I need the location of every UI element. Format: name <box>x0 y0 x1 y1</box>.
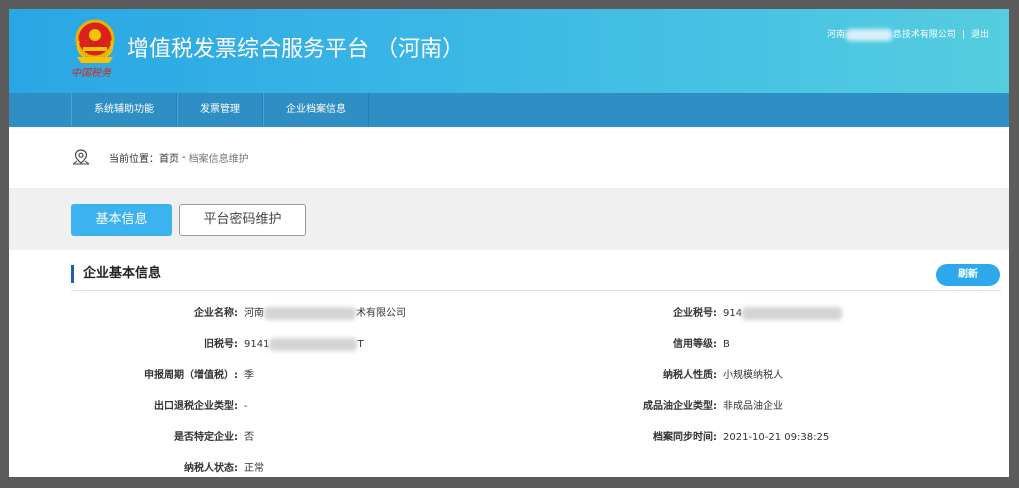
archive-sync-time-value: 2021-10-21 09:38:25 <box>723 432 830 443</box>
location-pin-icon <box>72 149 90 165</box>
header-banner: 中国税务 增值税发票综合服务平台 （河南） 河南 息技术有限公司 | 退出 <box>9 9 1009 93</box>
logo-caption: 中国税务 <box>71 68 111 79</box>
section-divider <box>71 290 1001 291</box>
app-window: 中国税务 增值税发票综合服务平台 （河南） 河南 息技术有限公司 | 退出 系统辅助功… <box>9 9 1009 477</box>
field-row: 申报周期（增值税）: 季 纳税人性质: 小规模纳税人 <box>9 368 1009 384</box>
separator: | <box>961 30 965 40</box>
section-title: 企业基本信息 <box>71 265 161 283</box>
breadcrumb-home[interactable]: 首页 <box>159 150 179 165</box>
credit-level-label: 信用等级: <box>673 339 717 350</box>
field-row: 企业名称: 河南 术有限公司 企业税号: 914 <box>9 306 1009 322</box>
tab-basic-info[interactable]: 基本信息 <box>71 204 172 236</box>
tab-platform-password[interactable]: 平台密码维护 <box>179 204 306 236</box>
tax-emblem-icon <box>75 19 115 63</box>
nav-item-invoice-management[interactable]: 发票管理 <box>177 93 263 127</box>
tab-band: 基本信息 平台密码维护 <box>9 188 1009 250</box>
field-row: 出口退税企业类型: - 成品油企业类型: 非成品油企业 <box>9 399 1009 415</box>
watermark-text: 大数跨境 <box>50 460 118 480</box>
field-row: 纳税人状态: 正常 <box>9 461 1009 477</box>
main-nav: 系统辅助功能 发票管理 企业档案信息 <box>9 93 1009 127</box>
credit-level-value: B <box>723 339 730 350</box>
tax-id-value: 914 <box>723 306 843 322</box>
redacted-text <box>742 306 843 320</box>
platform-title: 增值税发票综合服务平台 （河南） <box>127 37 464 62</box>
nav-item-enterprise-archive[interactable]: 企业档案信息 <box>263 93 369 127</box>
breadcrumb-label: 当前位置： <box>109 153 159 165</box>
tax-id-label: 企业税号: <box>673 308 717 319</box>
breadcrumb-separator: - <box>182 151 186 163</box>
logout-link[interactable]: 退出 <box>971 30 989 40</box>
refresh-button[interactable]: 刷新 <box>936 264 1000 286</box>
oil-enterprise-type-label: 成品油企业类型: <box>643 401 717 412</box>
field-row: 是否特定企业: 否 档案同步时间: 2021-10-21 09:38:25 <box>9 430 1009 446</box>
nav-item-system-assist[interactable]: 系统辅助功能 <box>71 93 177 127</box>
breadcrumb-current: 档案信息维护 <box>188 153 249 165</box>
taxpayer-type-value: 小规模纳税人 <box>723 370 783 381</box>
watermark: 大数跨境 <box>10 455 118 480</box>
breadcrumb: 当前位置： 首页 - 档案信息维护 <box>71 147 249 167</box>
taxpayer-status-value: 正常 <box>244 463 264 474</box>
tax-id-prefix: 914 <box>723 308 743 319</box>
user-area: 河南 息技术有限公司 | 退出 <box>827 27 989 41</box>
chat-bubble-icon <box>11 457 41 477</box>
taxpayer-type-label: 纳税人性质: <box>663 370 717 381</box>
field-row: 旧税号: 9141 T 信用等级: B <box>9 337 1009 353</box>
oil-enterprise-type-value: 非成品油企业 <box>723 401 783 412</box>
redacted-company-name <box>844 28 893 41</box>
archive-sync-time-label: 档案同步时间: <box>653 432 717 443</box>
user-company-prefix: 河南 <box>826 30 845 40</box>
user-company-suffix: 息技术有限公司 <box>892 30 956 40</box>
